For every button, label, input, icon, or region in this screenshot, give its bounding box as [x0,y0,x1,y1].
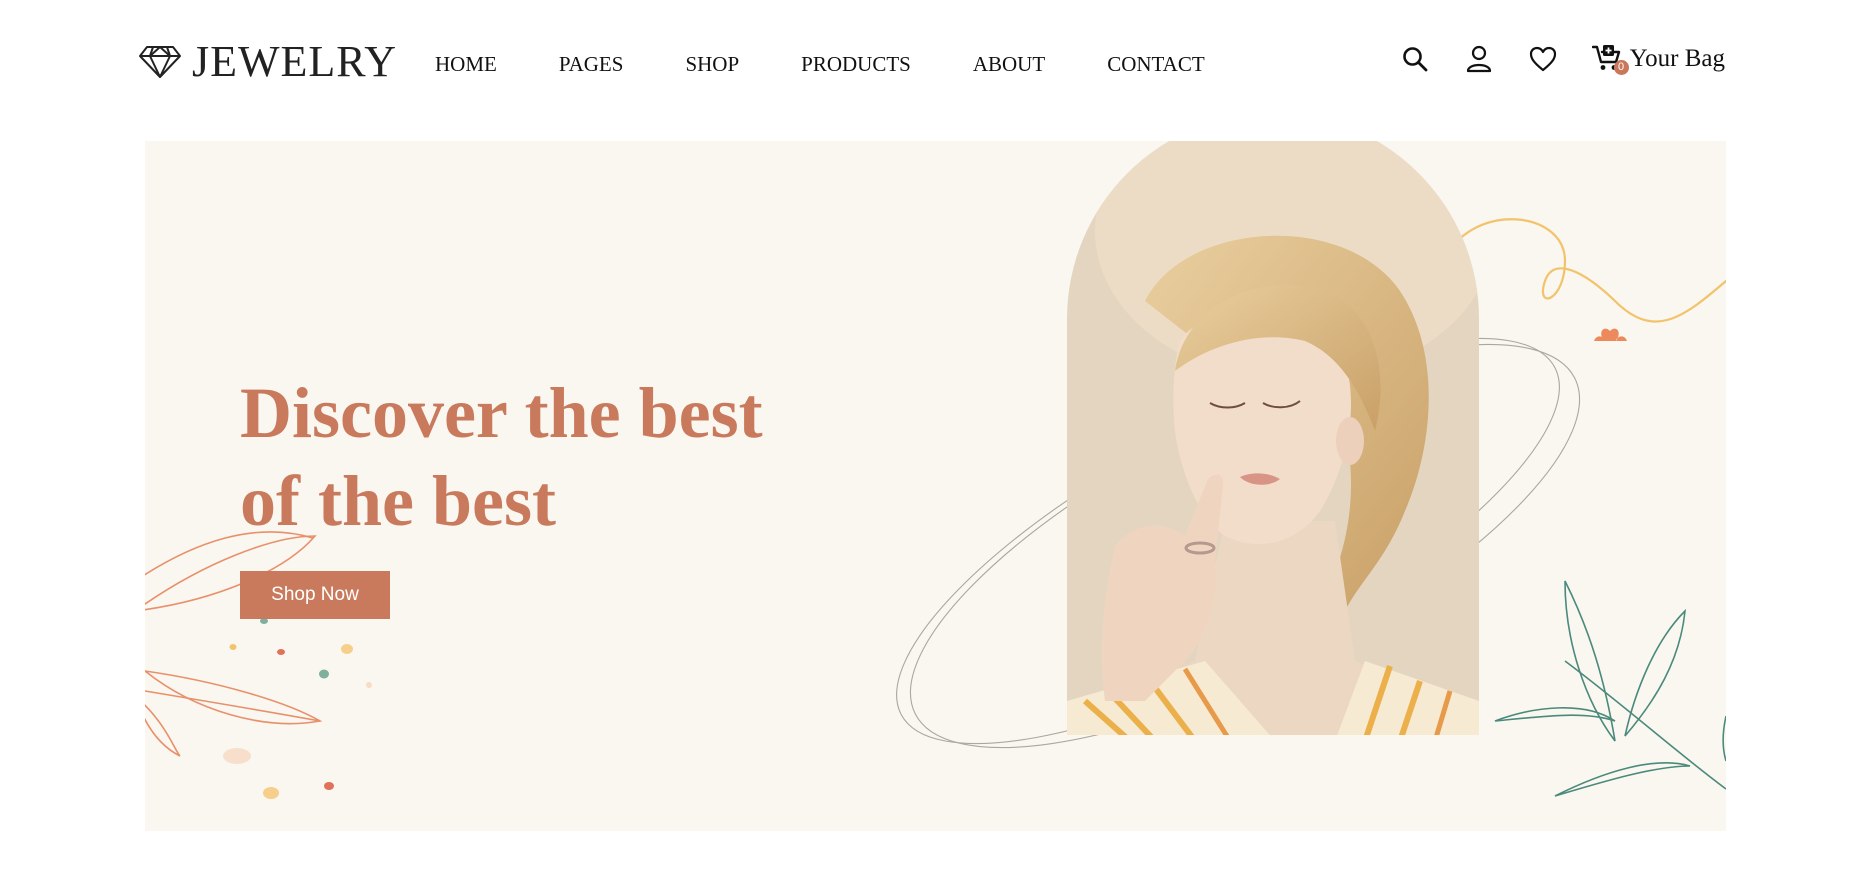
hero-banner: Discover the best of the best Shop Now [145,141,1726,831]
search-button[interactable] [1400,44,1430,74]
nav-home[interactable]: HOME [435,50,497,78]
model-portrait [1067,141,1479,735]
hero-title-line-2: of the best [240,461,556,541]
brand-name: JEWELRY [192,37,397,86]
flower-decoration [1594,328,1627,341]
main-nav: HOME PAGES SHOP PRODUCTS ABOUT CONTACT [435,50,1205,78]
cart-icon-wrap: 0 [1591,44,1629,75]
search-icon [1402,47,1427,72]
wishlist-button[interactable] [1528,44,1558,74]
account-button[interactable] [1464,44,1494,74]
shop-now-button[interactable]: Shop Now [240,571,390,619]
diamond-icon [139,46,181,78]
leaf-decoration-left [145,531,323,757]
squiggle-line [1443,218,1726,323]
nav-contact[interactable]: CONTACT [1107,50,1204,78]
nav-shop[interactable]: SHOP [685,50,739,78]
cart-count-badge: 0 [1613,60,1629,75]
hero-title: Discover the best of the best [240,369,880,545]
leaf-decoration-right [1494,580,1726,797]
header-actions: 0 Your Bag [1400,44,1725,75]
site-header: JEWELRY HOME PAGES SHOP PRODUCTS ABOUT C… [0,0,1875,128]
cart-button[interactable]: 0 Your Bag [1591,44,1725,75]
heart-icon [1529,46,1556,72]
brand-logo[interactable]: JEWELRY [138,40,397,84]
hero-title-line-1: Discover the best [240,373,763,453]
bag-label: Your Bag [1629,45,1725,72]
nav-products[interactable]: PRODUCTS [801,50,911,78]
nav-about[interactable]: ABOUT [973,50,1045,78]
nav-pages[interactable]: PAGES [559,50,624,78]
user-icon [1466,45,1491,73]
